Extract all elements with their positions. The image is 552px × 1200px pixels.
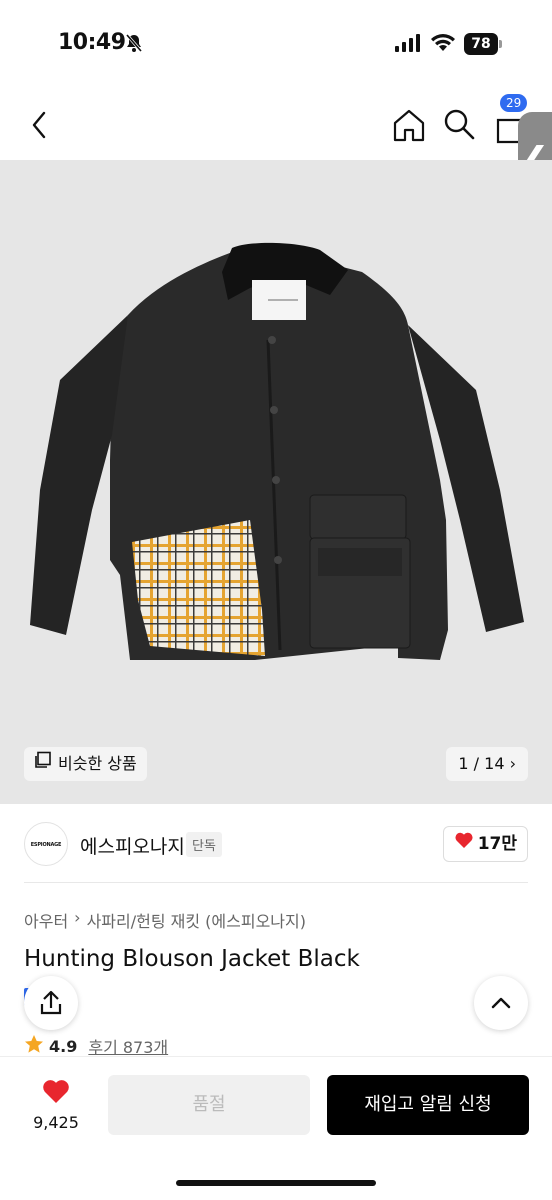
wishlist-count: 9,425 bbox=[33, 1113, 79, 1132]
product-title: Hunting Blouson Jacket Black bbox=[24, 946, 360, 972]
share-icon bbox=[24, 990, 78, 1034]
review-link[interactable]: 후기 873개 bbox=[88, 1034, 168, 1058]
brand-like-button[interactable]: 17만 bbox=[442, 826, 528, 862]
star-icon bbox=[24, 1034, 44, 1058]
product-image-gallery[interactable]: 비슷한 상품 1 / 14 › bbox=[0, 160, 552, 804]
brand-row: ESPIONAGE 에스피오나지 단독 17만 bbox=[0, 804, 552, 884]
product-photo bbox=[30, 242, 524, 660]
breadcrumb-category[interactable]: 아우터 bbox=[24, 908, 68, 932]
cart-badge: 29 bbox=[500, 94, 528, 112]
status-bar: 10:49 78 bbox=[0, 0, 552, 90]
similar-products-label: 비슷한 상품 bbox=[58, 754, 137, 773]
heart-icon bbox=[454, 827, 474, 861]
restock-alert-button[interactable]: 재입고 알림 신청 bbox=[327, 1075, 529, 1135]
image-counter: 1 / 14 bbox=[458, 754, 505, 773]
rating-row: 4.9 후기 873개 bbox=[24, 1034, 168, 1058]
divider bbox=[24, 882, 528, 883]
purchase-bar: 9,425 품절 재입고 알림 신청 bbox=[0, 1056, 552, 1200]
search-icon[interactable] bbox=[441, 106, 477, 142]
breadcrumb-separator: › bbox=[74, 908, 81, 927]
chevron-right-icon: › bbox=[509, 754, 516, 773]
share-button[interactable] bbox=[24, 976, 78, 1030]
brand-like-count: 17만 bbox=[477, 834, 517, 854]
bell-muted-icon bbox=[124, 33, 144, 57]
exclusive-badge: 단독 bbox=[186, 832, 222, 857]
product-page: 10:49 78 29 ❮ bbox=[0, 0, 552, 1200]
scroll-top-button[interactable] bbox=[474, 976, 528, 1030]
top-nav: 29 bbox=[0, 90, 552, 160]
cellular-signal-icon bbox=[395, 34, 421, 56]
battery-icon: 78 bbox=[464, 33, 502, 55]
wishlist-button[interactable]: 9,425 bbox=[24, 1077, 88, 1132]
brand-logo[interactable]: ESPIONAGE bbox=[24, 822, 68, 866]
similar-products-button[interactable]: 비슷한 상품 bbox=[24, 747, 147, 781]
brand-name[interactable]: 에스피오나지 bbox=[80, 832, 185, 859]
breadcrumb: 아우터 › 사파리/헌팅 재킷 (에스피오나지) bbox=[24, 908, 306, 932]
soldout-button: 품절 bbox=[108, 1075, 310, 1135]
breadcrumb-subcategory[interactable]: 사파리/헌팅 재킷 (에스피오나지) bbox=[87, 908, 306, 932]
wifi-icon bbox=[430, 33, 456, 57]
status-time: 10:49 bbox=[58, 30, 126, 55]
rating-score: 4.9 bbox=[49, 1036, 78, 1056]
battery-level: 78 bbox=[464, 33, 498, 55]
copy-icon bbox=[34, 747, 52, 781]
chevron-up-icon bbox=[474, 997, 528, 1034]
home-icon[interactable] bbox=[390, 106, 428, 144]
heart-filled-icon bbox=[41, 1080, 71, 1109]
back-icon[interactable] bbox=[22, 105, 58, 145]
home-indicator bbox=[176, 1180, 376, 1186]
image-counter-button[interactable]: 1 / 14 › bbox=[446, 747, 528, 781]
